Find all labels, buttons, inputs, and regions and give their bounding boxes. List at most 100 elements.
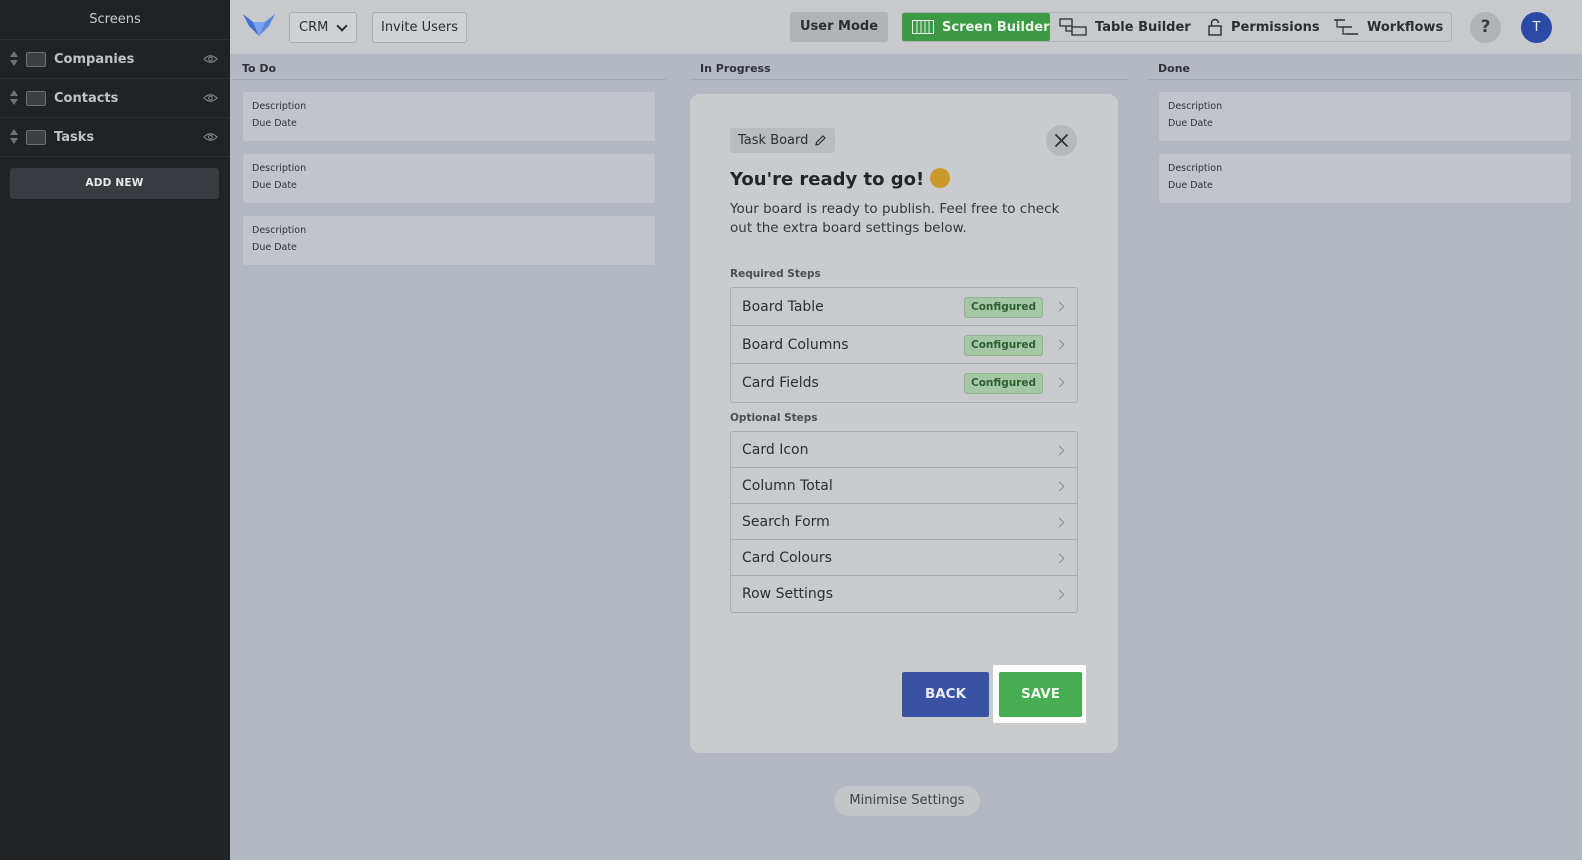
eye-icon[interactable] (203, 132, 218, 142)
screen-icon (26, 52, 46, 67)
tab-label: Permissions (1231, 19, 1320, 35)
tab-screen-builder[interactable]: Screen Builder (902, 13, 1050, 41)
screen-label: Tasks (54, 129, 95, 145)
chevron-right-icon (1054, 377, 1065, 388)
eye-icon[interactable] (203, 54, 218, 64)
card-field: Due Date (1168, 118, 1213, 129)
step-label: Card Fields (742, 375, 819, 391)
tab-label: Table Builder (1095, 19, 1191, 35)
step-board-columns[interactable]: Board Columns Configured (731, 326, 1077, 364)
chevron-down-icon (336, 20, 348, 32)
table-builder-icon (1059, 18, 1087, 36)
status-badge: Configured (964, 373, 1043, 394)
card-field: Due Date (252, 242, 297, 253)
card-field: Due Date (1168, 180, 1213, 191)
save-button[interactable]: SAVE (999, 672, 1082, 717)
drag-handle-icon[interactable] (10, 90, 19, 107)
add-new-button[interactable]: ADD NEW (10, 168, 219, 199)
required-steps-list: Board Table Configured Board Columns Con… (730, 287, 1078, 403)
step-search-form[interactable]: Search Form (731, 504, 1077, 540)
status-badge: Configured (964, 335, 1043, 356)
sidebar: Screens Companies Contacts Tasks ADD NEW (0, 0, 230, 860)
save-button-highlight: SAVE (993, 665, 1086, 723)
card-field: Description (252, 163, 307, 174)
card-field: Description (252, 101, 307, 112)
settings-modal: Task Board You're ready to go! Your boar… (690, 94, 1118, 753)
board-name-tag[interactable]: Task Board (730, 128, 836, 153)
minimise-settings-button[interactable]: Minimise Settings (834, 786, 980, 816)
screen-item-contacts[interactable]: Contacts (0, 79, 230, 118)
columns-icon (912, 20, 934, 34)
tab-workflows[interactable]: Workflows (1333, 13, 1443, 41)
chevron-right-icon (1054, 553, 1065, 564)
card-field: Description (1168, 101, 1223, 112)
column-title: In Progress (690, 54, 1128, 80)
board-card[interactable]: Description Due Date (1158, 153, 1572, 204)
modal-title-text: You're ready to go! (730, 169, 925, 190)
eye-icon[interactable] (203, 93, 218, 103)
step-label: Search Form (742, 513, 830, 530)
board-name: Task Board (738, 133, 809, 148)
user-mode-button[interactable]: User Mode (790, 12, 888, 42)
column-title: To Do (232, 54, 666, 80)
screen-item-tasks[interactable]: Tasks (0, 118, 230, 157)
chevron-right-icon (1054, 445, 1065, 456)
logo-icon (243, 14, 275, 36)
chevron-right-icon (1054, 589, 1065, 600)
step-column-total[interactable]: Column Total (731, 468, 1077, 504)
board-card[interactable]: Description Due Date (242, 215, 656, 266)
step-label: Card Colours (742, 549, 832, 566)
modal-title: You're ready to go! (730, 168, 951, 190)
builder-nav: Screen Builder Table Builder Permissions… (902, 12, 1452, 42)
screen-icon (26, 91, 46, 106)
step-label: Board Table (742, 298, 824, 315)
party-emoji-icon (930, 168, 951, 188)
board-column-in-progress: In Progress (690, 54, 1128, 80)
chevron-right-icon (1054, 339, 1065, 350)
sidebar-title: Screens (0, 0, 230, 40)
screen-label: Contacts (54, 90, 119, 106)
screen-label: Companies (54, 51, 135, 67)
close-button[interactable] (1046, 125, 1077, 156)
step-card-icon[interactable]: Card Icon (731, 432, 1077, 468)
board-column-done: Done Description Due Date Description Du… (1148, 54, 1582, 204)
board-column-todo: To Do Description Due Date Description D… (232, 54, 666, 266)
step-row-settings[interactable]: Row Settings (731, 576, 1077, 612)
board-card[interactable]: Description Due Date (242, 153, 656, 204)
status-badge: Configured (964, 297, 1043, 318)
drag-handle-icon[interactable] (10, 129, 19, 146)
card-field: Description (252, 225, 307, 236)
card-field: Due Date (252, 118, 297, 129)
tab-table-builder[interactable]: Table Builder (1059, 13, 1191, 41)
column-title: Done (1148, 54, 1582, 80)
board-card[interactable]: Description Due Date (1158, 91, 1572, 142)
app-select[interactable]: CRM (289, 12, 357, 43)
chevron-right-icon (1054, 517, 1065, 528)
back-button[interactable]: BACK (902, 672, 989, 717)
card-field: Description (1168, 163, 1223, 174)
required-steps-label: Required Steps (730, 268, 821, 280)
pencil-icon[interactable] (814, 134, 827, 147)
step-label: Card Icon (742, 441, 809, 458)
workflows-icon (1334, 19, 1358, 35)
step-label: Board Columns (742, 336, 849, 353)
app-select-value: CRM (299, 20, 329, 35)
step-label: Column Total (742, 477, 833, 494)
tab-permissions[interactable]: Permissions (1207, 13, 1320, 41)
card-field: Due Date (252, 180, 297, 191)
drag-handle-icon[interactable] (10, 51, 19, 68)
lock-icon (1208, 18, 1222, 36)
board-card[interactable]: Description Due Date (242, 91, 656, 142)
avatar[interactable]: T (1521, 12, 1552, 43)
help-button[interactable]: ? (1470, 12, 1501, 43)
step-card-fields[interactable]: Card Fields Configured (731, 364, 1077, 402)
invite-users-button[interactable]: Invite Users (372, 12, 467, 43)
modal-description: Your board is ready to publish. Feel fre… (730, 201, 1060, 236)
step-board-table[interactable]: Board Table Configured (731, 288, 1077, 326)
tab-label: Workflows (1367, 19, 1444, 35)
step-label: Row Settings (742, 586, 833, 602)
screen-item-companies[interactable]: Companies (0, 40, 230, 79)
top-bar: CRM Invite Users User Mode Screen Builde… (230, 0, 1582, 54)
step-card-colours[interactable]: Card Colours (731, 540, 1077, 576)
optional-steps-label: Optional Steps (730, 412, 818, 424)
